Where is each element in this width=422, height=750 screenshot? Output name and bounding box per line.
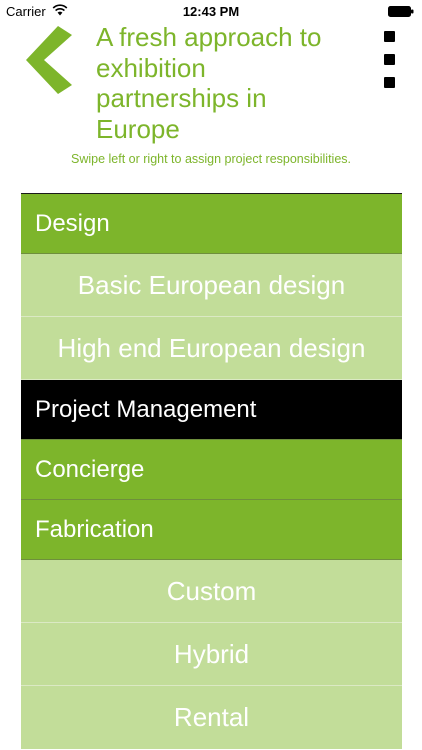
chevron-left-icon	[26, 26, 72, 94]
list-item-label: Custom	[166, 575, 257, 606]
list-item-label: High end European design	[57, 332, 366, 363]
list-item-label: Project Management	[35, 395, 257, 423]
list-item-label: Hybrid	[173, 638, 250, 669]
list-item-concierge[interactable]: Concierge	[21, 440, 402, 500]
status-bar: Carrier 12:43 PM	[0, 0, 422, 22]
list-item-basic-european-design[interactable]: Basic European design	[21, 254, 402, 317]
list-item-high-end-european-design[interactable]: High end European design	[21, 317, 402, 380]
clock: 12:43 PM	[182, 4, 240, 19]
more-vertical-icon	[384, 31, 395, 42]
list-item-rental[interactable]: Rental	[21, 686, 402, 749]
list-item-label: Concierge	[35, 455, 145, 483]
list-item-hybrid[interactable]: Hybrid	[21, 623, 402, 686]
battery-icon	[388, 6, 414, 17]
list-item-label: Fabrication	[35, 515, 154, 543]
list-item-label: Design	[35, 209, 110, 237]
list-item-label: Rental	[173, 702, 250, 732]
page-title: A fresh approach to exhibition partnersh…	[96, 22, 322, 144]
list-item-design[interactable]: Design	[21, 194, 402, 254]
more-menu-button[interactable]	[376, 30, 404, 94]
list-item-custom[interactable]: Custom	[21, 560, 402, 623]
instructions-text: Swipe left or right to assign project re…	[71, 152, 351, 166]
responsibility-list: Design Basic European design High end Eu…	[21, 193, 402, 749]
list-item-project-management[interactable]: Project Management	[21, 380, 402, 440]
list-item-label: Basic European design	[77, 269, 346, 300]
more-vertical-icon-dot	[384, 54, 395, 65]
list-item-fabrication[interactable]: Fabrication	[21, 500, 402, 560]
more-vertical-icon-dot	[384, 77, 395, 88]
back-button[interactable]	[24, 26, 80, 94]
app-screen: Carrier 12:43 PM A fresh approach to exh…	[0, 0, 422, 750]
